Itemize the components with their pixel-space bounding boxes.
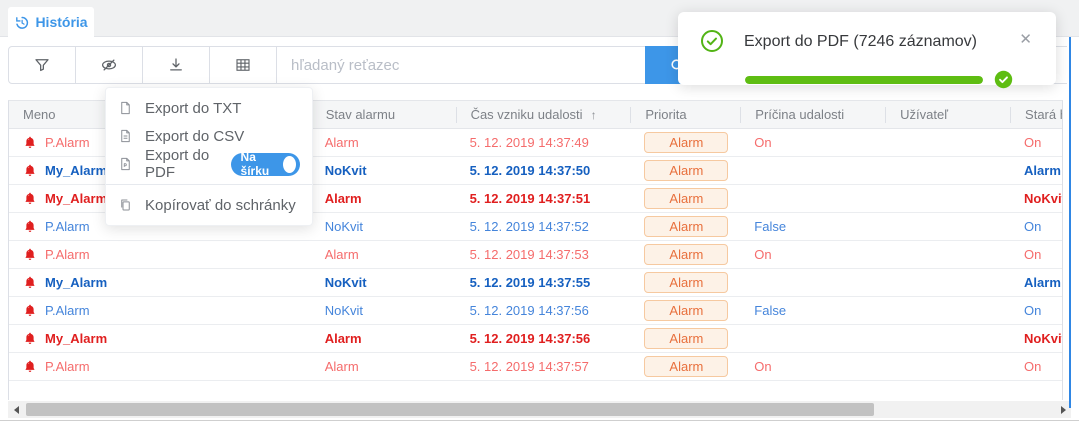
progress-track — [745, 76, 983, 84]
filter-icon — [33, 56, 51, 74]
priority-badge: Alarm — [644, 328, 728, 349]
tab-label: História — [35, 14, 87, 30]
alarm-bell-icon — [23, 163, 37, 178]
table-row[interactable]: My_Alarm Alarm 5. 12. 2019 14:37:56 Alar… — [9, 325, 1062, 353]
scrollbar-track[interactable] — [24, 401, 1055, 418]
col-header-cas-vzniku[interactable]: Čas vzniku udalosti↑ — [456, 107, 631, 123]
sort-asc-icon: ↑ — [591, 108, 597, 122]
menu-item-export-pdf[interactable]: Export do PDF Na šírku — [106, 150, 312, 178]
toast-message: Export do PDF (7246 záznamov) — [744, 33, 977, 51]
alarm-bell-icon — [23, 191, 37, 206]
priority-badge: Alarm — [644, 356, 728, 377]
menu-item-export-txt[interactable]: Export do TXT — [106, 94, 312, 122]
table-grid-icon — [234, 56, 252, 74]
alarm-bell-icon — [23, 135, 37, 150]
columns-button[interactable] — [210, 47, 277, 83]
landscape-toggle[interactable]: Na šírku — [231, 153, 300, 176]
table-row[interactable]: P.Alarm Alarm 5. 12. 2019 14:37:57 Alarm… — [9, 353, 1062, 381]
priority-badge: Alarm — [644, 132, 728, 153]
progress-bar — [745, 76, 983, 84]
toggle-knob — [283, 156, 296, 173]
table-row[interactable]: My_Alarm NoKvit 5. 12. 2019 14:37:55 Ala… — [9, 269, 1062, 297]
priority-badge: Alarm — [644, 272, 728, 293]
search-input[interactable] — [277, 47, 645, 83]
history-icon — [14, 15, 29, 30]
vertical-scroll-indicator[interactable] — [1069, 37, 1071, 408]
check-circle-icon — [700, 29, 724, 53]
progress-complete-icon — [994, 70, 1013, 89]
priority-badge: Alarm — [644, 188, 728, 209]
window-bottom-border — [0, 420, 1079, 421]
file-txt-icon — [118, 100, 133, 116]
col-header-uzivatel[interactable]: Užívateľ — [885, 107, 1010, 123]
col-header-pricina[interactable]: Príčina udalosti — [740, 107, 885, 123]
export-toast: Export do PDF (7246 záznamov) ✕ — [678, 12, 1056, 85]
download-icon — [167, 56, 185, 74]
alarm-bell-icon — [23, 331, 37, 346]
alarm-bell-icon — [23, 303, 37, 318]
eye-off-icon — [100, 56, 118, 74]
alarm-bell-icon — [23, 275, 37, 290]
col-header-stav-alarmu[interactable]: Stav alarmu — [311, 107, 456, 123]
menu-item-copy-clipboard[interactable]: Kopírovať do schránky — [106, 191, 312, 219]
table-row[interactable]: P.Alarm NoKvit 5. 12. 2019 14:37:56 Alar… — [9, 297, 1062, 325]
col-header-stara-hodnota[interactable]: Stará ho — [1010, 107, 1062, 123]
alarm-history-window: História — [0, 0, 1079, 424]
scrollbar-thumb[interactable] — [26, 403, 874, 416]
export-dropdown-menu: Export do TXT Export do CSV Export do PD… — [105, 87, 313, 226]
alarm-bell-icon — [23, 359, 37, 374]
table-row[interactable]: P.Alarm Alarm 5. 12. 2019 14:37:53 Alarm… — [9, 241, 1062, 269]
priority-badge: Alarm — [644, 160, 728, 181]
menu-item-export-csv[interactable]: Export do CSV — [106, 122, 312, 150]
toolbar — [8, 46, 710, 84]
toast-close-button[interactable]: ✕ — [1019, 30, 1032, 48]
file-csv-icon — [118, 128, 133, 144]
priority-badge: Alarm — [644, 244, 728, 265]
alarm-bell-icon — [23, 247, 37, 262]
menu-separator — [106, 184, 312, 185]
hide-button[interactable] — [76, 47, 143, 83]
priority-badge: Alarm — [644, 216, 728, 237]
export-button[interactable] — [143, 47, 210, 83]
col-header-priorita[interactable]: Priorita — [630, 107, 740, 123]
filter-button[interactable] — [9, 47, 76, 83]
scroll-left-arrow[interactable] — [8, 401, 24, 418]
horizontal-scrollbar[interactable] — [8, 401, 1071, 418]
file-pdf-icon — [118, 156, 133, 172]
priority-badge: Alarm — [644, 300, 728, 321]
alarm-bell-icon — [23, 219, 37, 234]
tab-historia[interactable]: História — [8, 7, 94, 37]
copy-icon — [118, 197, 133, 213]
